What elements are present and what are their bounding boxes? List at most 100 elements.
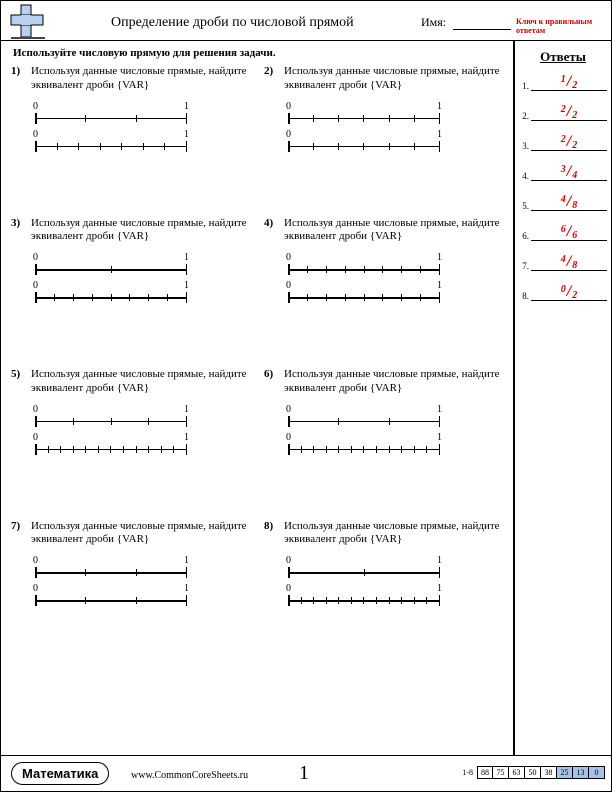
answer-fraction: 0/2 [561, 284, 577, 300]
tick [420, 266, 421, 273]
number-line: 01 [31, 583, 191, 611]
answer-fraction: 2/2 [561, 134, 577, 150]
ticks [35, 446, 187, 453]
tick [73, 294, 74, 301]
problem: 6)Используя данные числовые прямые, найд… [266, 368, 501, 460]
tick [54, 294, 55, 301]
problem-text: Используя данные числовые прямые, найдит… [266, 65, 501, 93]
tick [439, 294, 440, 301]
tick [148, 294, 149, 301]
label-one: 1 [437, 432, 442, 443]
ticks [35, 597, 187, 604]
number-line-labels: 01 [31, 280, 191, 291]
number-line-labels: 01 [31, 555, 191, 566]
label-zero: 0 [33, 101, 38, 112]
answer-key-label: Ключ к правильным ответам [516, 17, 611, 35]
answer-number: 6. [519, 231, 531, 241]
ticks [35, 569, 187, 576]
tick [186, 418, 187, 425]
answer-row: 1. 1/2 [519, 75, 607, 91]
tick [439, 115, 440, 122]
problem-number: 4) [264, 217, 273, 229]
answer-blank: 1/2 [531, 75, 607, 91]
tick [288, 266, 289, 273]
answer-row: 8.0/2 [519, 285, 607, 301]
tick [60, 446, 61, 453]
problem: 3)Используя данные числовые прямые, найд… [13, 217, 248, 309]
tick [439, 597, 440, 604]
tick [136, 569, 137, 576]
number-line-axis [31, 291, 191, 305]
subject-box: Математика [11, 762, 109, 785]
problem: 1)Используя данные числовые прямые, найд… [13, 65, 248, 157]
problem: 7)Используя данные числовые прямые, найд… [13, 520, 248, 612]
tick [136, 115, 137, 122]
tick [345, 294, 346, 301]
number-line-axis [284, 291, 444, 305]
tick [351, 597, 352, 604]
number-line-labels: 01 [31, 583, 191, 594]
number-lines: 0101 [13, 252, 248, 308]
ticks [35, 294, 187, 301]
number-line-axis [31, 566, 191, 580]
ticks [288, 418, 440, 425]
ticks [288, 266, 440, 273]
answers-list: 1.1/22.2/23.2/24.3/45.4/86.6/67.4/88.0/2 [519, 75, 607, 301]
ticks [288, 294, 440, 301]
number-line: 01 [284, 129, 444, 157]
answer-number: 1. [519, 81, 531, 91]
ticks [288, 569, 440, 576]
number-line: 01 [284, 252, 444, 280]
answer-fraction: 4/8 [561, 254, 577, 270]
answer-row: 2.2/2 [519, 105, 607, 121]
tick [313, 597, 314, 604]
tick [313, 143, 314, 150]
problem-text: Используя данные числовые прямые, найдит… [266, 217, 501, 245]
tick [186, 143, 187, 150]
number-line-labels: 01 [284, 432, 444, 443]
answer-fraction: 1/2 [561, 74, 577, 90]
number-line-axis [284, 443, 444, 457]
answer-row: 4.3/4 [519, 165, 607, 181]
tick [376, 597, 377, 604]
tick [439, 569, 440, 576]
label-zero: 0 [286, 432, 291, 443]
main-area: Используйте числовую прямую для решения … [1, 41, 611, 755]
score-box: 88 [477, 766, 493, 779]
label-zero: 0 [286, 280, 291, 291]
tick [338, 115, 339, 122]
label-zero: 0 [33, 252, 38, 263]
tick [338, 418, 339, 425]
answer-blank: 2/2 [531, 135, 607, 151]
tick [382, 266, 383, 273]
number-line: 01 [284, 583, 444, 611]
number-line: 01 [284, 404, 444, 432]
number-line-axis [284, 594, 444, 608]
tick [426, 597, 427, 604]
tick [401, 597, 402, 604]
tick [364, 569, 365, 576]
number-line-axis [31, 112, 191, 126]
number-lines: 01 01 [13, 555, 248, 611]
score-box: 50 [525, 766, 541, 779]
label-zero: 0 [286, 583, 291, 594]
tick [186, 115, 187, 122]
tick [338, 143, 339, 150]
answer-number: 7. [519, 261, 531, 271]
problem-text: Используя данные числовые прямые, найдит… [266, 520, 501, 548]
footer: Математика www.CommonCoreSheets.ru 1 1-8… [1, 755, 611, 791]
ticks [288, 143, 440, 150]
tick [100, 143, 101, 150]
label-one: 1 [437, 101, 442, 112]
tick [186, 597, 187, 604]
label-zero: 0 [33, 583, 38, 594]
tick [85, 569, 86, 576]
tick [338, 597, 339, 604]
ticks [288, 115, 440, 122]
answers-column: Ответы 1.1/22.2/23.2/24.3/45.4/86.6/67.4… [513, 41, 611, 755]
problem-number: 2) [264, 65, 273, 77]
label-one: 1 [437, 252, 442, 263]
instruction-text: Используйте числовую прямую для решения … [13, 45, 505, 65]
number-line-axis [284, 415, 444, 429]
tick [326, 446, 327, 453]
